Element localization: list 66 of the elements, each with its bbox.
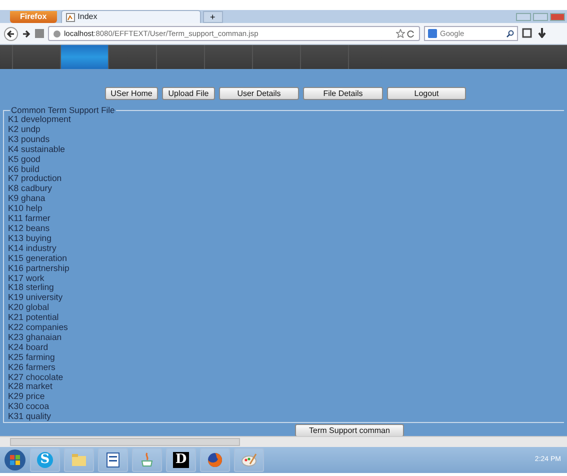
star-icon[interactable]: [396, 29, 405, 38]
start-button[interactable]: [4, 449, 26, 471]
term-item: K20 global: [8, 303, 50, 314]
term-item: K21 potential: [8, 313, 59, 324]
globe-icon: [53, 30, 61, 38]
nav-button[interactable]: Upload File: [162, 87, 215, 100]
term-item: K3 pounds: [8, 134, 50, 145]
term-item: K15 generation: [8, 254, 67, 264]
term-item: K30 cocoa: [8, 402, 50, 412]
back-icon[interactable]: [4, 26, 18, 40]
term-item: K17 work: [8, 274, 44, 284]
term-item: K27 chocolate: [8, 372, 64, 382]
coffee-cup-icon: [139, 452, 155, 468]
term-item: K7 production: [8, 174, 62, 184]
taskbar-button[interactable]: D: [166, 448, 196, 472]
browser-icon: [207, 452, 223, 468]
term-item: K4 sustainable: [8, 144, 65, 155]
term-item: K14 industry: [8, 244, 56, 254]
nav-button[interactable]: User Details: [219, 87, 299, 100]
term-item: K16 partnership: [8, 264, 70, 274]
horizontal-scrollbar[interactable]: [0, 436, 567, 447]
document-icon: [105, 452, 121, 468]
menu-item[interactable]: [60, 45, 108, 69]
term-item: K24 board: [8, 342, 48, 353]
term-item: K25 farming: [8, 352, 55, 363]
term-item: K26 farmers: [8, 362, 56, 373]
term-item: K9 ghana: [8, 194, 46, 204]
close-button[interactable]: [550, 12, 565, 20]
nav-button[interactable]: USer Home: [105, 87, 158, 100]
term-item: K22 companies: [8, 323, 68, 333]
term-item: K19 university: [8, 293, 63, 304]
term-item: K2 undp: [8, 124, 40, 135]
taskbar-button[interactable]: [200, 448, 230, 472]
term-item: K5 good: [8, 154, 40, 165]
nav-button[interactable]: Logout: [387, 87, 466, 100]
taskbar-button[interactable]: [132, 448, 162, 472]
search-icon[interactable]: [506, 30, 514, 38]
term-item: K28 market: [8, 382, 52, 392]
term-item: K11 farmer: [8, 214, 50, 224]
term-item: K1 development: [8, 115, 71, 125]
browser-tab[interactable]: Index: [60, 10, 201, 23]
page-icon: [66, 12, 75, 22]
new-tab-button[interactable]: +: [202, 11, 223, 23]
term-item: K23 ghanaian: [8, 332, 62, 343]
tab-title: Index: [78, 11, 98, 23]
term-item: K29 price: [8, 392, 45, 402]
palette-icon: [241, 452, 257, 468]
fieldset-legend: Common Term Support File: [10, 105, 116, 115]
letter-logo-icon: D: [173, 452, 189, 468]
taskbar-button[interactable]: [98, 448, 128, 472]
nav-button[interactable]: File Details: [303, 87, 383, 100]
term-item: K12 beans: [8, 224, 50, 234]
reload-icon[interactable]: [407, 30, 415, 38]
folder-icon: [71, 452, 87, 468]
term-item: K31 quality: [8, 412, 51, 422]
term-item: K10 help: [8, 204, 42, 214]
minimize-button[interactable]: [516, 12, 531, 20]
term-item: K13 buying: [8, 234, 52, 244]
skype-icon: S: [37, 452, 53, 468]
forward-icon[interactable]: [22, 28, 31, 38]
download-icon[interactable]: [538, 28, 546, 38]
maximize-button[interactable]: [533, 12, 548, 20]
term-item: K8 cadbury: [8, 184, 52, 194]
term-support-button[interactable]: Term Support comman: [295, 424, 404, 436]
term-item: K18 sterling: [8, 283, 54, 294]
term-item: K6 build: [8, 164, 40, 174]
